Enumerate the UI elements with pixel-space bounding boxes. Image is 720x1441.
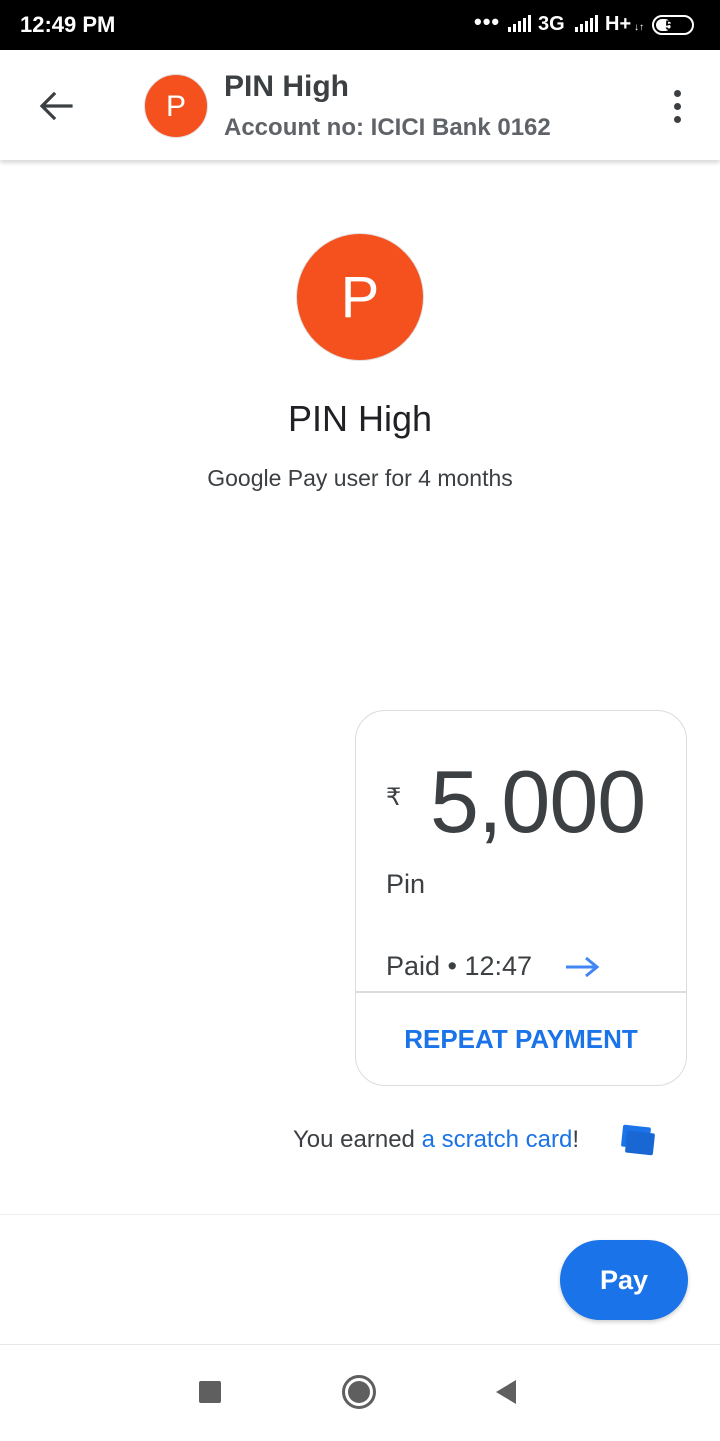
header-account-number: Account no: ICICI Bank 0162 [224,114,551,141]
network-type-3g: 3G [538,13,565,35]
payment-amount: 5,000 [430,752,646,851]
status-dots: ••• [474,9,501,34]
profile-subtitle: Google Pay user for 4 months [207,465,513,491]
battery-percentage: 51 [665,17,681,33]
status-time: 12:49 PM [20,12,116,37]
more-options-button[interactable] [660,84,694,128]
battery-icon: 51 [652,15,694,35]
scratch-card-link[interactable]: a scratch card [422,1126,573,1153]
status-bar: 12:49 PM ••• 3G H+ ↓↑ 51 [0,0,720,50]
header-avatar: P [144,74,208,138]
scratch-card-icon[interactable] [618,1124,656,1156]
signal-strength-icon [508,14,531,32]
repeat-payment-button[interactable]: REPEAT PAYMENT [356,993,686,1085]
reward-suffix: ! [572,1126,579,1153]
app-header: P PIN High Account no: ICICI Bank 0162 [0,50,720,160]
more-vert-icon-dot [673,89,681,97]
payment-card[interactable]: ₹ 5,000 Pin Paid • 12:47 REPEAT PAYMENT [355,710,687,1086]
profile-name: PIN High [287,398,433,439]
reward-message: You earned a scratch card! [293,1126,579,1154]
network-type-hplus: H+ [605,13,632,35]
currency-symbol: ₹ [386,784,402,811]
recents-square-icon[interactable] [199,1381,221,1403]
data-activity-icon: ↓↑ [634,22,644,33]
home-circle-icon[interactable] [341,1374,377,1410]
signal-strength-icon-2 [575,14,598,32]
more-vert-icon-dot [673,102,681,110]
payment-status[interactable]: Paid • 12:47 [386,951,532,982]
reward-prefix: You earned [293,1126,422,1153]
arrow-back-icon [39,91,73,121]
profile-avatar[interactable]: P [296,233,424,361]
header-contact-name: PIN High [224,70,349,103]
more-vert-icon-dot [673,115,681,123]
payment-note: Pin [386,869,426,899]
arrow-forward-icon[interactable] [564,955,600,979]
back-button[interactable] [28,80,84,132]
pay-button[interactable]: Pay [560,1240,688,1320]
back-triangle-icon[interactable] [494,1378,518,1406]
